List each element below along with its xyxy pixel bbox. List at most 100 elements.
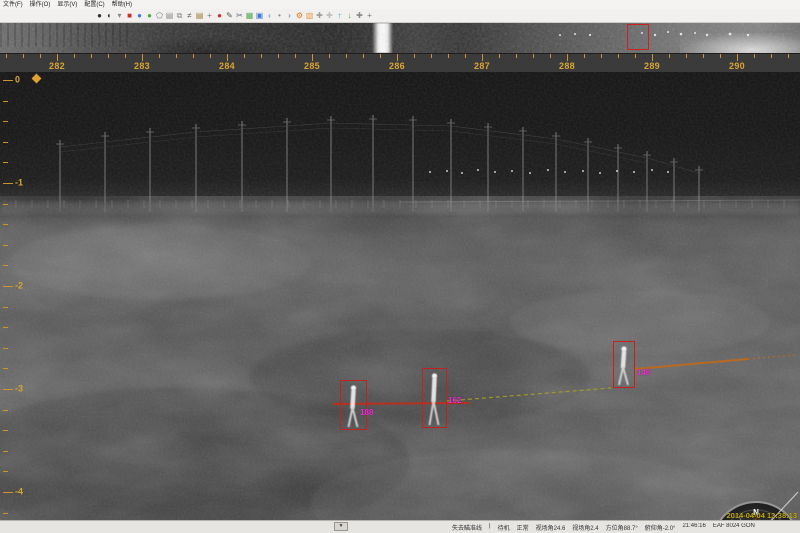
marker-dot-icon[interactable]: • bbox=[275, 10, 284, 21]
record-red-icon[interactable]: ● bbox=[215, 10, 224, 21]
scroll-down-button[interactable]: ▼ bbox=[334, 522, 348, 531]
azimuth-tick bbox=[74, 54, 75, 58]
azimuth-tick bbox=[227, 54, 228, 61]
detection-label-162: 162 bbox=[448, 396, 461, 405]
azimuth-tick bbox=[465, 54, 466, 58]
azimuth-label-289: 289 bbox=[644, 61, 660, 71]
azimuth-tick bbox=[720, 54, 721, 58]
next-icon[interactable]: › bbox=[285, 10, 294, 21]
status-segment-2: 待机 bbox=[498, 523, 510, 532]
compare-icon[interactable]: ≠ bbox=[185, 10, 194, 21]
elevation-tick bbox=[3, 368, 8, 369]
settings-gear-icon[interactable]: ⚙ bbox=[295, 10, 304, 21]
azimuth-tick bbox=[737, 54, 738, 61]
prev-icon[interactable]: ‹ bbox=[265, 10, 274, 21]
detection-label-146: 146 bbox=[637, 368, 650, 377]
list-icon[interactable]: ▤ bbox=[195, 10, 204, 21]
elevation-tick bbox=[3, 204, 8, 205]
azimuth-tick bbox=[635, 54, 636, 58]
azimuth-tick bbox=[295, 54, 296, 58]
azimuth-tick bbox=[618, 54, 619, 58]
status-segment-5: 视场角2.4 bbox=[572, 523, 598, 532]
azimuth-tick bbox=[414, 54, 415, 58]
azimuth-tick bbox=[601, 54, 602, 58]
dropdown-icon[interactable]: ▾ bbox=[115, 10, 124, 21]
azimuth-tick bbox=[363, 54, 364, 58]
panorama-selection-marker[interactable] bbox=[627, 24, 649, 50]
plus-gray-icon[interactable]: ✚ bbox=[355, 10, 364, 21]
elevation-tick bbox=[3, 471, 8, 472]
arrow-up-icon[interactable]: ↑ bbox=[335, 10, 344, 21]
status-segment-8: 21:46:16 bbox=[682, 523, 705, 532]
toolbar: ●◐▾■●●⬠▤⧉≠▤+●✎✂▦▣‹•›⚙▧✚✚↑↓✚+ bbox=[0, 9, 800, 23]
azimuth-tick bbox=[125, 54, 126, 58]
elevation-tick bbox=[3, 224, 8, 225]
azimuth-tick bbox=[499, 54, 500, 58]
main-thermal-view[interactable]: N 90 180 270 0-1-2-3-4188162146 bbox=[0, 72, 800, 521]
polygon-icon[interactable]: ⬠ bbox=[155, 10, 164, 21]
elevation-tick bbox=[3, 327, 8, 328]
azimuth-tick bbox=[397, 54, 398, 61]
azimuth-label-286: 286 bbox=[389, 61, 405, 71]
record-icon[interactable]: ● bbox=[95, 10, 104, 21]
elevation-tick bbox=[3, 389, 13, 390]
elevation-tick bbox=[3, 348, 8, 349]
elevation-tick bbox=[3, 183, 13, 184]
elevation-tick bbox=[3, 121, 8, 122]
detection-box-188[interactable] bbox=[340, 380, 367, 430]
detection-label-188: 188 bbox=[360, 408, 373, 417]
azimuth-label-283: 283 bbox=[134, 61, 150, 71]
document-icon[interactable]: ▤ bbox=[165, 10, 174, 21]
add-icon[interactable]: + bbox=[205, 10, 214, 21]
azimuth-tick bbox=[91, 54, 92, 58]
azimuth-tick bbox=[142, 54, 143, 61]
elevation-tick bbox=[3, 513, 8, 514]
elevation-tick bbox=[3, 410, 8, 411]
elevation-tick bbox=[3, 286, 13, 287]
azimuth-label-285: 285 bbox=[304, 61, 320, 71]
azimuth-tick bbox=[193, 54, 194, 58]
azimuth-tick bbox=[550, 54, 551, 58]
stop-icon[interactable]: ■ bbox=[125, 10, 134, 21]
azimuth-tick bbox=[6, 54, 7, 58]
grain-noise bbox=[0, 72, 800, 521]
elevation-tick bbox=[3, 101, 8, 102]
sphere-blue-icon[interactable]: ● bbox=[135, 10, 144, 21]
azimuth-tick bbox=[159, 54, 160, 58]
plus-icon[interactable]: ✚ bbox=[315, 10, 324, 21]
azimuth-tick bbox=[431, 54, 432, 58]
pencil-icon[interactable]: ✎ bbox=[225, 10, 234, 21]
azimuth-tick bbox=[703, 54, 704, 58]
azimuth-tick bbox=[771, 54, 772, 58]
cut-icon[interactable]: ✂ bbox=[235, 10, 244, 21]
status-segment-6: 方位角88.7° bbox=[606, 523, 638, 532]
azimuth-tick bbox=[380, 54, 381, 58]
azimuth-ruler: 282283284285286287288289290 bbox=[0, 53, 800, 73]
status-segment-9: EAF 8024 GON bbox=[713, 523, 755, 532]
export-icon[interactable]: ⧉ bbox=[175, 10, 184, 21]
azimuth-label-282: 282 bbox=[49, 61, 65, 71]
azimuth-tick bbox=[567, 54, 568, 61]
panel-blue-icon[interactable]: ▣ bbox=[255, 10, 264, 21]
detection-box-162[interactable] bbox=[422, 368, 447, 428]
azimuth-tick bbox=[533, 54, 534, 58]
detection-box-146[interactable] bbox=[613, 341, 635, 388]
grid-green-icon[interactable]: ▦ bbox=[245, 10, 254, 21]
elevation-tick bbox=[3, 80, 13, 81]
azimuth-tick bbox=[210, 54, 211, 58]
arrow-down-icon[interactable]: ↓ bbox=[345, 10, 354, 21]
panorama-strip bbox=[0, 23, 800, 53]
azimuth-tick bbox=[108, 54, 109, 58]
sphere-green-icon[interactable]: ● bbox=[145, 10, 154, 21]
azimuth-tick bbox=[584, 54, 585, 58]
timestamp-overlay: 2014-04-04 13:38:13 bbox=[727, 511, 797, 520]
plus-light-icon[interactable]: ✚ bbox=[325, 10, 334, 21]
azimuth-label-288: 288 bbox=[559, 61, 575, 71]
elevation-tick bbox=[3, 451, 8, 452]
app-window: 文件(F)操作(O)显示(V)配置(C)帮助(H) ●◐▾■●●⬠▤⧉≠▤+●✎… bbox=[0, 0, 800, 533]
crosshair-icon[interactable]: + bbox=[365, 10, 374, 21]
elevation-tick bbox=[3, 307, 8, 308]
elevation-tick bbox=[3, 142, 8, 143]
half-moon-icon[interactable]: ◐ bbox=[105, 10, 114, 21]
palette-icon[interactable]: ▧ bbox=[305, 10, 314, 21]
